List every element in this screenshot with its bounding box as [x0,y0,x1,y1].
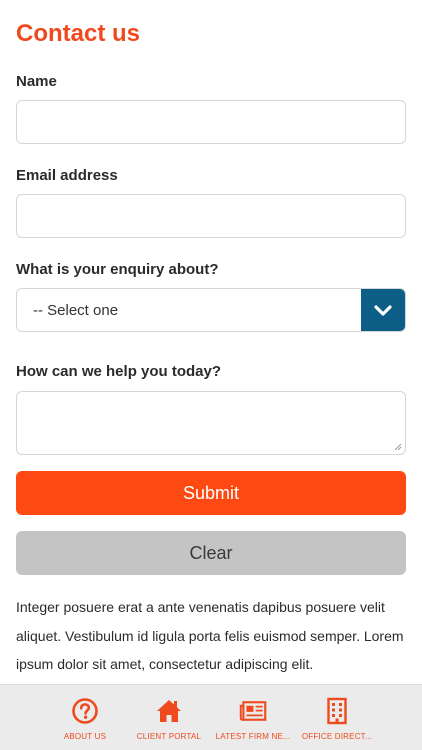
question-circle-icon [72,698,98,724]
name-label: Name [16,73,57,90]
enquiry-select[interactable]: -- Select one [16,288,406,332]
page-title: Contact us [16,20,141,47]
tab-label: OFFICE DIRECT... [301,732,373,741]
tab-client-portal[interactable]: CLIENT PORTAL [127,685,211,750]
tab-label: ABOUT US [63,732,107,741]
clear-button[interactable]: Clear [16,531,406,575]
newspaper-icon [239,701,267,721]
home-icon [157,700,181,722]
tab-about-us[interactable]: ABOUT US [43,685,127,750]
tab-latest-firm-news[interactable]: LATEST FIRM NE... [211,685,295,750]
email-field[interactable] [16,194,406,238]
enquiry-label: What is your enquiry about? [16,261,219,278]
resize-grip-icon[interactable] [394,443,402,451]
enquiry-select-value: -- Select one [33,302,119,319]
bottom-tab-bar: ABOUT US CLIENT PORTAL LATEST FIRM NE... [0,684,422,750]
name-field[interactable] [16,100,406,144]
help-label: How can we help you today? [16,363,222,380]
tab-label: LATEST FIRM NE... [215,732,291,741]
tab-office-directory[interactable]: OFFICE DIRECT... [295,685,379,750]
body-paragraph: Integer posuere erat a ante venenatis da… [16,599,404,672]
email-label: Email address [16,167,118,184]
tab-label: CLIENT PORTAL [136,732,202,741]
chevron-down-icon [374,305,392,316]
select-dropdown-button[interactable] [361,289,405,331]
submit-button[interactable]: Submit [16,471,406,515]
building-icon [327,697,347,725]
help-textarea[interactable] [16,391,406,455]
